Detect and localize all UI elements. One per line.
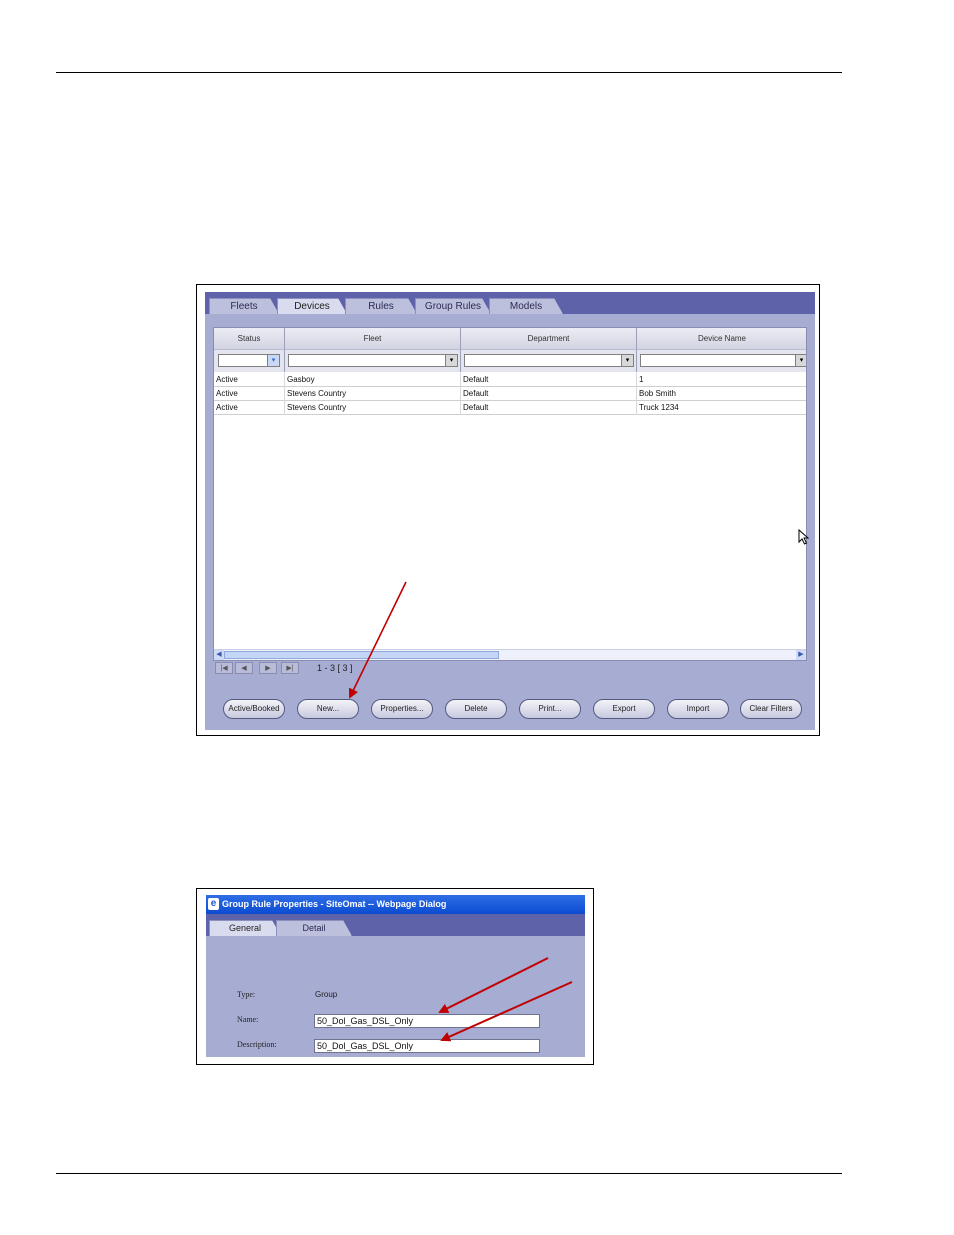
arrow-to-new-button <box>349 581 407 699</box>
arrow-to-name-input <box>438 957 549 1013</box>
arrow-to-description-input <box>440 981 573 1042</box>
annotation-arrows <box>349 581 573 1042</box>
